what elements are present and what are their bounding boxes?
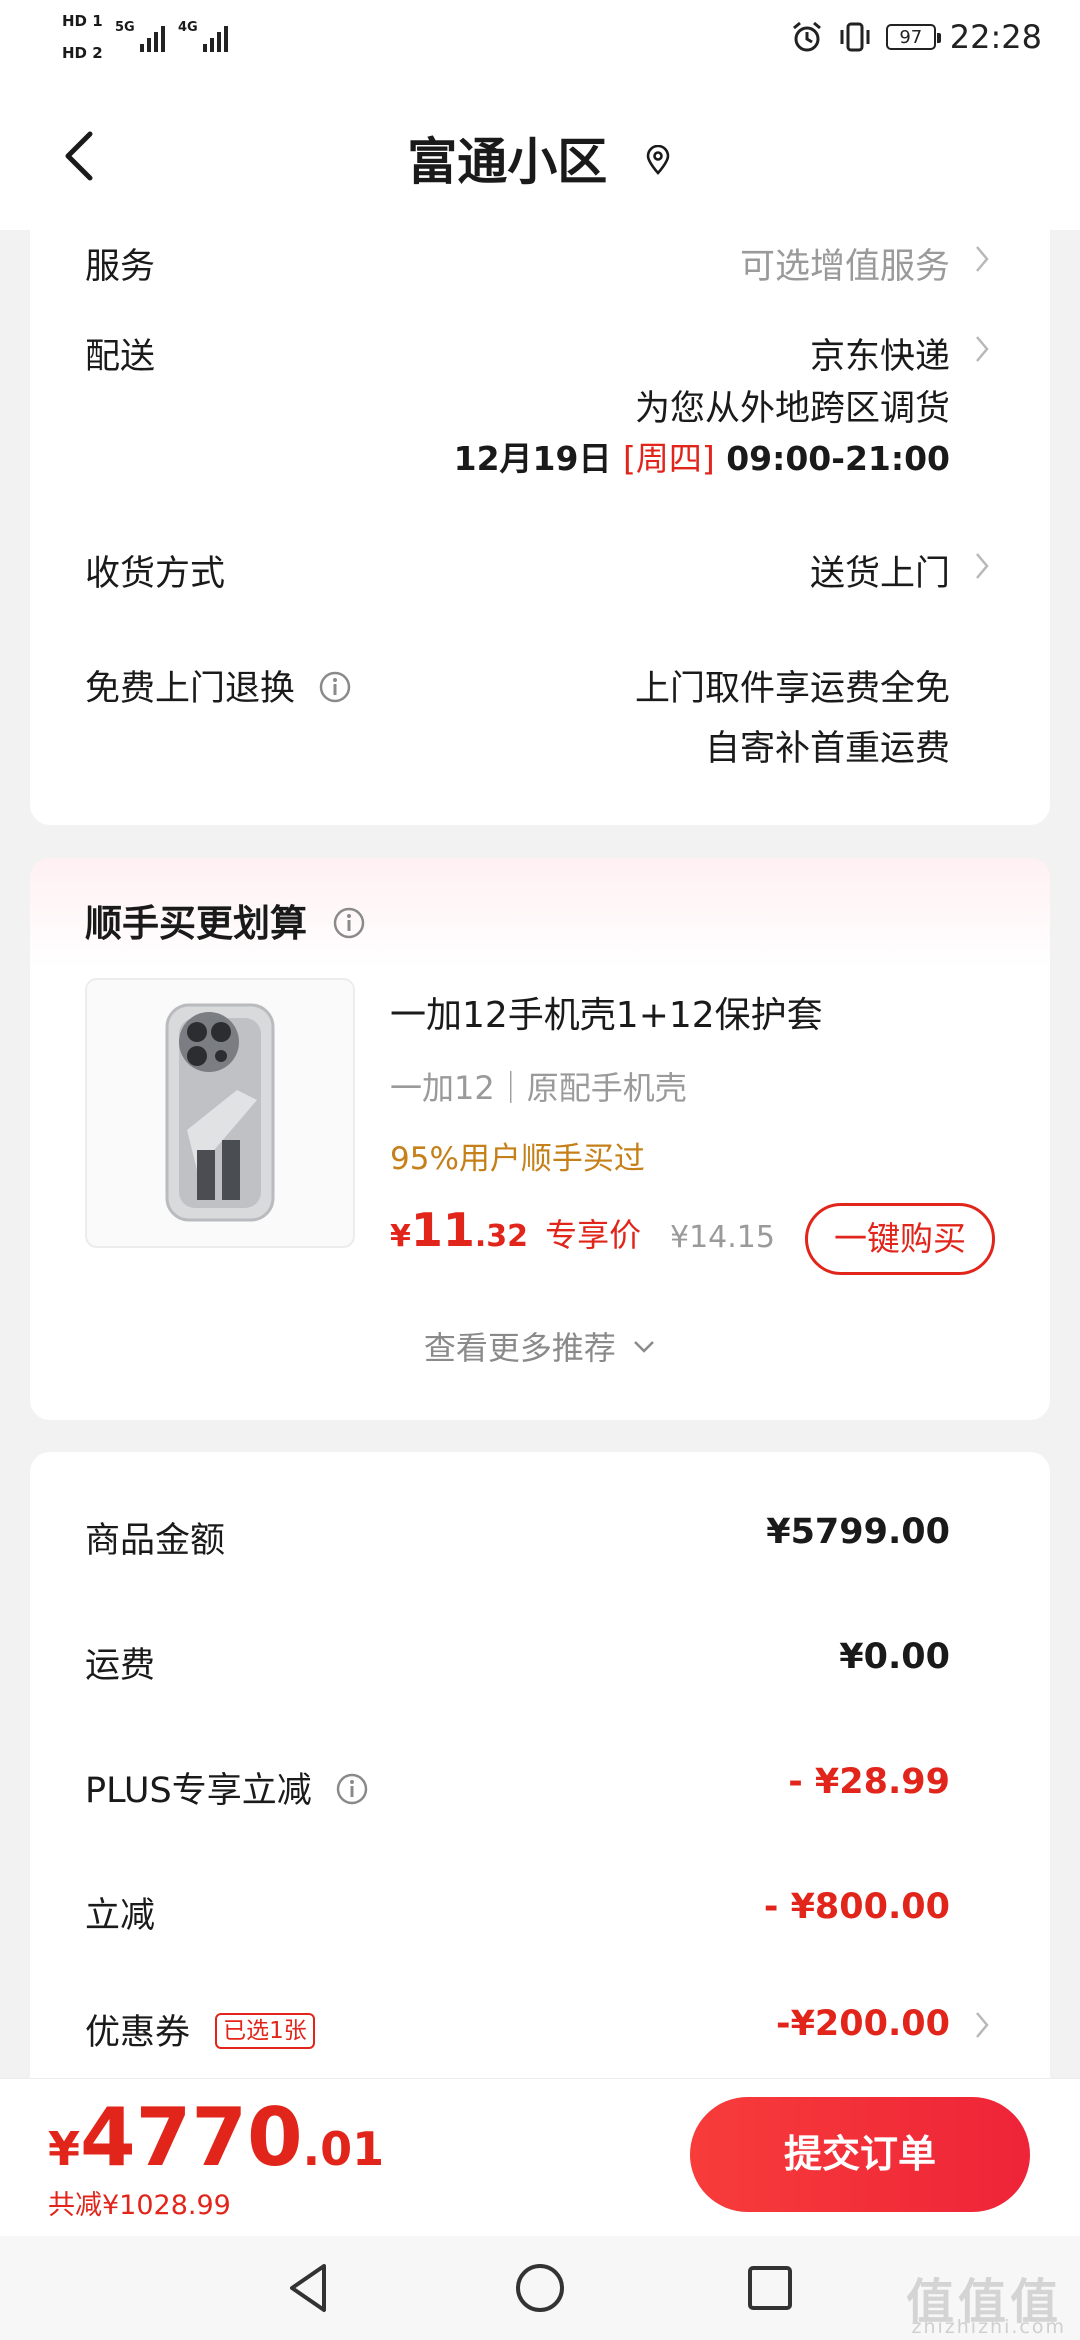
total-price: ¥4770.01 [48, 2091, 384, 2184]
recommend-heading-row: 顺手买更划算 [85, 893, 366, 947]
free-return-line1: 上门取件享运费全免 [634, 669, 950, 709]
coupon-value[interactable]: -¥200.00 [776, 2004, 950, 2044]
recommend-card: 顺手买更划算 一加12手机壳1+12保护套 一加12｜原配手机壳 95%用户顺手… [30, 858, 1050, 1420]
more-recommend-link[interactable]: 查看更多推荐 [30, 1323, 1050, 1369]
delivery-time: 09:00-21:00 [726, 439, 950, 478]
receive-method-label: 收货方式 [85, 554, 226, 594]
price-tag: 专享价 [545, 1216, 642, 1254]
original-price: ¥14.15 [670, 1220, 775, 1255]
alarm-icon [792, 21, 821, 52]
total-saved: 共减¥1028.99 [48, 2190, 231, 2221]
checkout-bar: ¥4770.01 共减¥1028.99 提交订单 [0, 2078, 1080, 2236]
chevron-right-icon[interactable] [974, 334, 990, 364]
chevron-right-icon[interactable] [974, 551, 990, 581]
recommend-heading: 顺手买更划算 [85, 902, 307, 945]
network-5g-label: 5G [115, 20, 135, 35]
battery-icon: 97 [885, 24, 941, 50]
watermark-logo: 值值值 [905, 2274, 1062, 2330]
delivery-value[interactable]: 京东快递 [810, 328, 950, 379]
nav-back-icon[interactable] [282, 2260, 338, 2316]
delivery-card: 服务 可选增值服务 配送 京东快递 为您从外地跨区调货 12月19日 [周四] … [30, 230, 1050, 825]
goods-amount-label: 商品金额 [85, 1521, 226, 1561]
price-decimal: .32 [474, 1219, 529, 1254]
delivery-note: 为您从外地跨区调货 [634, 389, 950, 429]
price-integer: 11 [410, 1203, 475, 1257]
instant-discount-value: - ¥800.00 [763, 1887, 950, 1927]
nav-recents-icon[interactable] [742, 2260, 798, 2316]
chevron-right-icon[interactable] [974, 244, 990, 274]
chevron-down-icon [634, 1341, 654, 1353]
product-badge: 95%用户顺手买过 [390, 1141, 645, 1177]
signal-5g-icon [140, 24, 165, 52]
service-label: 服务 [85, 247, 156, 287]
service-value[interactable]: 可选增值服务 [740, 238, 950, 289]
product-title[interactable]: 一加12手机壳1+12保护套 [390, 986, 823, 1038]
one-click-buy-button[interactable]: 一键购买 [805, 1203, 995, 1275]
delivery-weekday: [周四] [622, 439, 715, 478]
plus-discount-label: PLUS专享立减 [85, 1771, 312, 1811]
product-price: ¥11.32 专享价 [390, 1203, 641, 1257]
info-icon[interactable] [318, 670, 352, 704]
receive-method-value[interactable]: 送货上门 [810, 545, 950, 596]
delivery-label: 配送 [85, 337, 156, 377]
shipping-label: 运费 [85, 1646, 156, 1686]
goods-amount-value: ¥5799.00 [766, 1512, 950, 1552]
price-summary-card: 商品金额 ¥5799.00 运费 ¥0.00 PLUS专享立减 - ¥28.99… [30, 1452, 1050, 2102]
address-title: 富通小区 [407, 133, 608, 191]
clock: 22:28 [949, 18, 1042, 56]
free-return-line2: 自寄补首重运费 [704, 729, 950, 769]
product-spec: 一加12｜原配手机壳 [390, 1069, 687, 1107]
product-thumbnail[interactable] [85, 978, 355, 1248]
total-decimal: .01 [302, 2122, 385, 2176]
hd1-indicator: HD 1 [62, 12, 103, 30]
plus-discount-row: PLUS专享立减 [85, 1762, 369, 1813]
free-return-row: 免费上门退换 [85, 660, 352, 711]
chevron-right-icon[interactable] [974, 2010, 990, 2040]
location-pin-icon [646, 145, 670, 175]
phone-case-image [165, 1003, 275, 1222]
coupon-tag: 已选1张 [215, 2013, 315, 2049]
hd2-indicator: HD 2 [62, 44, 103, 62]
network-4g-label: 4G [178, 20, 198, 35]
more-recommend-label: 查看更多推荐 [423, 1329, 616, 1367]
delivery-schedule: 12月19日 [周四] 09:00-21:00 [454, 432, 950, 480]
page-header: 富通小区 [0, 82, 1080, 230]
delivery-date: 12月19日 [453, 439, 612, 478]
vibrate-icon [840, 22, 870, 52]
status-bar: HD 1 HD 2 5G 4G 97 22:28 [0, 0, 1080, 82]
signal-4g-icon [203, 24, 228, 52]
info-icon[interactable] [332, 906, 366, 940]
price-symbol: ¥ [390, 1219, 411, 1254]
nav-home-icon[interactable] [512, 2260, 568, 2316]
total-symbol: ¥ [48, 2122, 81, 2176]
page-title[interactable]: 富通小区 [0, 122, 1080, 194]
total-integer: 4770 [80, 2091, 303, 2184]
free-return-label: 免费上门退换 [85, 669, 296, 709]
coupon-row: 优惠券 已选1张 [85, 2004, 315, 2055]
shipping-value: ¥0.00 [839, 1637, 950, 1677]
info-icon[interactable] [335, 1772, 369, 1806]
instant-discount-label: 立减 [85, 1896, 156, 1936]
coupon-label: 优惠券 [85, 2013, 191, 2053]
plus-discount-value: - ¥28.99 [788, 1762, 950, 1802]
submit-order-button[interactable]: 提交订单 [690, 2097, 1030, 2212]
